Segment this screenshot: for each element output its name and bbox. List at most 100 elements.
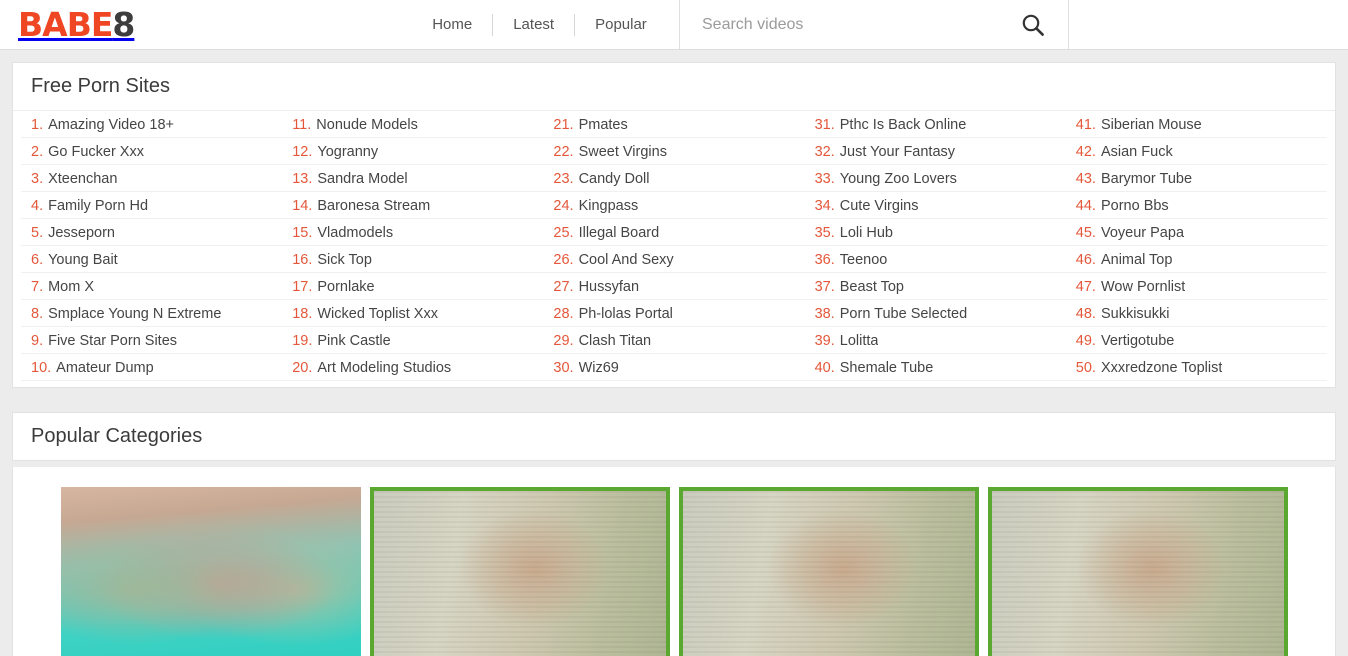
list-item[interactable]: 18. Wicked Toplist Xxx <box>282 300 544 327</box>
list-item-number: 17. <box>292 279 313 295</box>
list-item-label: Nonude Models <box>316 117 418 133</box>
list-item[interactable]: 30. Wiz69 <box>543 354 805 381</box>
category-thumbnail-4[interactable] <box>988 487 1288 656</box>
list-item[interactable]: 5. Jesseporn <box>21 219 283 246</box>
list-item[interactable]: 46. Animal Top <box>1065 246 1327 273</box>
search-submit-button[interactable] <box>1018 12 1048 38</box>
list-item[interactable]: 14. Baronesa Stream <box>282 192 544 219</box>
list-item[interactable]: 15. Vladmodels <box>282 219 544 246</box>
list-item-number: 37. <box>814 279 835 295</box>
nav-item-latest[interactable]: Latest <box>493 14 574 36</box>
list-item[interactable]: 44. Porno Bbs <box>1065 192 1327 219</box>
nav-link-home[interactable]: Home <box>412 14 492 36</box>
list-item-number: 26. <box>553 252 574 268</box>
list-item[interactable]: 33. Young Zoo Lovers <box>804 165 1066 192</box>
list-item[interactable]: 28. Ph-lolas Portal <box>543 300 805 327</box>
list-item-label: Loli Hub <box>839 225 893 241</box>
free-sites-panel-header: Free Porn Sites <box>13 63 1335 111</box>
list-item[interactable]: 19. Pink Castle <box>282 327 544 354</box>
list-item[interactable]: 13. Sandra Model <box>282 165 544 192</box>
list-item-number: 19. <box>292 333 313 349</box>
list-item-number: 12. <box>292 144 313 160</box>
list-item-number: 35. <box>814 225 835 241</box>
category-thumbnail-1[interactable] <box>61 487 361 656</box>
list-item[interactable]: 45. Voyeur Papa <box>1065 219 1327 246</box>
list-item-number: 10. <box>31 360 52 376</box>
popular-categories-header: Popular Categories <box>12 412 1336 461</box>
list-item[interactable]: 2. Go Fucker Xxx <box>21 138 283 165</box>
list-item-number: 39. <box>814 333 835 349</box>
thumbnail-image <box>683 491 975 656</box>
list-item-number: 48. <box>1075 306 1096 322</box>
list-item[interactable]: 6. Young Bait <box>21 246 283 273</box>
list-item-number: 27. <box>553 279 574 295</box>
list-item[interactable]: 10. Amateur Dump <box>21 354 283 381</box>
list-item-label: Mom X <box>48 279 95 295</box>
list-item[interactable]: 21. Pmates <box>543 111 805 138</box>
list-item-number: 42. <box>1075 144 1096 160</box>
list-item[interactable]: 41. Siberian Mouse <box>1065 111 1327 138</box>
list-item[interactable]: 42. Asian Fuck <box>1065 138 1327 165</box>
list-item[interactable]: 4. Family Porn Hd <box>21 192 283 219</box>
list-item[interactable]: 3. Xteenchan <box>21 165 283 192</box>
list-item-label: Sukkisukki <box>1100 306 1170 322</box>
list-item[interactable]: 31. Pthc Is Back Online <box>804 111 1066 138</box>
list-item[interactable]: 12. Yogranny <box>282 138 544 165</box>
list-item[interactable]: 24. Kingpass <box>543 192 805 219</box>
list-item[interactable]: 48. Sukkisukki <box>1065 300 1327 327</box>
list-item-label: Candy Doll <box>578 171 650 187</box>
list-item[interactable]: 22. Sweet Virgins <box>543 138 805 165</box>
category-thumbnail-3[interactable] <box>679 487 979 656</box>
list-item[interactable]: 25. Illegal Board <box>543 219 805 246</box>
list-item-label: Sick Top <box>317 252 372 268</box>
category-thumbnail-2[interactable] <box>370 487 670 656</box>
nav-item-home[interactable]: Home <box>412 14 492 36</box>
list-item[interactable]: 40. Shemale Tube <box>804 354 1066 381</box>
list-item[interactable]: 36. Teenoo <box>804 246 1066 273</box>
list-item[interactable]: 39. Lolitta <box>804 327 1066 354</box>
list-item[interactable]: 50. Xxxredzone Toplist <box>1065 354 1327 381</box>
list-item-label: Baronesa Stream <box>317 198 431 214</box>
list-item[interactable]: 26. Cool And Sexy <box>543 246 805 273</box>
list-item[interactable]: 16. Sick Top <box>282 246 544 273</box>
list-item-label: Go Fucker Xxx <box>48 144 144 160</box>
list-item[interactable]: 9. Five Star Porn Sites <box>21 327 283 354</box>
list-item[interactable]: 32. Just Your Fantasy <box>804 138 1066 165</box>
list-item[interactable]: 8. Smplace Young N Extreme <box>21 300 283 327</box>
list-item[interactable]: 38. Porn Tube Selected <box>804 300 1066 327</box>
list-item[interactable]: 37. Beast Top <box>804 273 1066 300</box>
list-item[interactable]: 34. Cute Virgins <box>804 192 1066 219</box>
thumbnail-image <box>61 487 361 656</box>
list-item-label: Young Bait <box>48 252 118 268</box>
list-item[interactable]: 43. Barymor Tube <box>1065 165 1327 192</box>
list-item-label: Sweet Virgins <box>578 144 667 160</box>
nav-item-popular[interactable]: Popular <box>575 14 667 36</box>
list-item[interactable]: 49. Vertigotube <box>1065 327 1327 354</box>
list-item[interactable]: 1. Amazing Video 18+ <box>21 111 283 138</box>
list-item[interactable]: 29. Clash Titan <box>543 327 805 354</box>
link-column-5: 41. Siberian Mouse 42. Asian Fuck 43. Barym… <box>1065 111 1327 381</box>
list-item[interactable]: 20. Art Modeling Studios <box>282 354 544 381</box>
list-item-number: 1. <box>31 117 44 133</box>
list-item[interactable]: 17. Pornlake <box>282 273 544 300</box>
list-item-number: 14. <box>292 198 313 214</box>
list-item[interactable]: 11. Nonude Models <box>282 111 544 138</box>
list-item-number: 33. <box>814 171 835 187</box>
list-item-label: Wow Pornlist <box>1100 279 1186 295</box>
nav-link-latest[interactable]: Latest <box>493 14 574 36</box>
search-input[interactable] <box>700 7 1018 42</box>
list-item-number: 25. <box>553 225 574 241</box>
site-logo[interactable]: BABE8 <box>18 8 135 41</box>
list-item[interactable]: 47. Wow Pornlist <box>1065 273 1327 300</box>
popular-categories-body <box>12 467 1336 656</box>
nav-link-popular[interactable]: Popular <box>575 14 667 36</box>
list-item-label: Xxxredzone Toplist <box>1100 360 1223 376</box>
list-item-number: 43. <box>1075 171 1096 187</box>
list-item[interactable]: 7. Mom X <box>21 273 283 300</box>
list-item[interactable]: 35. Loli Hub <box>804 219 1066 246</box>
list-item-number: 20. <box>292 360 313 376</box>
list-item[interactable]: 23. Candy Doll <box>543 165 805 192</box>
list-item[interactable]: 27. Hussyfan <box>543 273 805 300</box>
list-item-number: 11. <box>292 117 312 133</box>
